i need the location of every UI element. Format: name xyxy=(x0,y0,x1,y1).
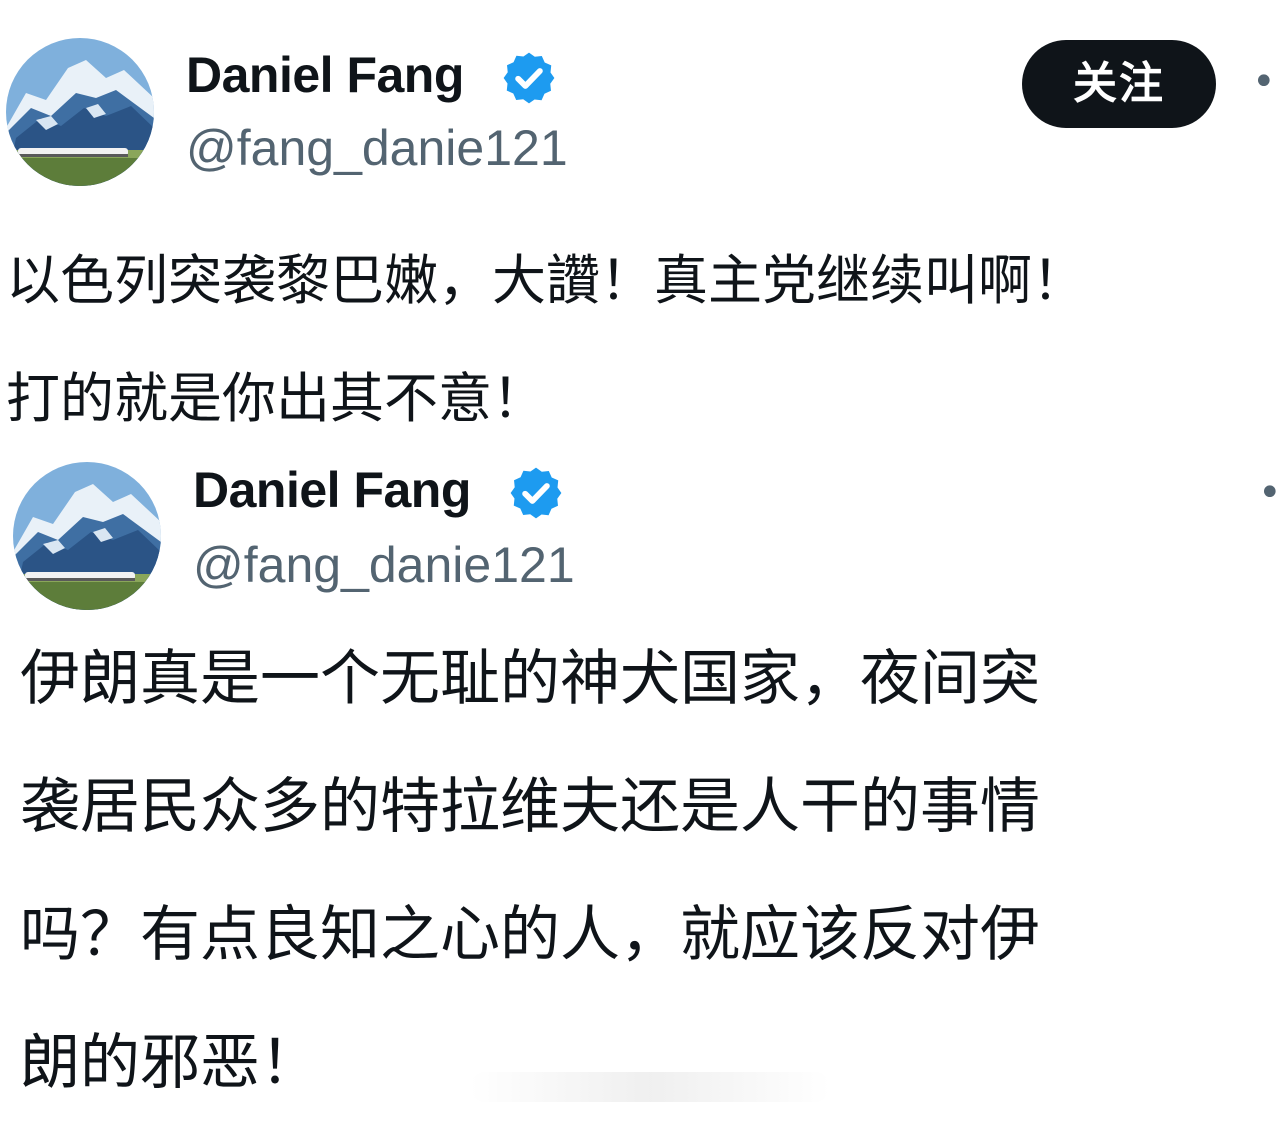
tweet: Daniel Fang @fang_danie121 关注 •• 以色列突袭黎巴… xyxy=(0,0,1280,440)
mountain-train-avatar-icon xyxy=(13,462,161,610)
author-avatar[interactable] xyxy=(6,38,154,186)
tweet-text-line: 朗的邪恶！ xyxy=(20,1028,320,1098)
tweet-text-line: 打的就是你出其不意！ xyxy=(6,367,546,430)
tweet-text-line: 袭居民众多的特拉维夫还是人干的事情 xyxy=(20,772,1040,842)
tweet-text-line: 伊朗真是一个无耻的神犬国家，夜间突 xyxy=(20,644,1040,714)
follow-button[interactable]: 关注 xyxy=(1022,40,1216,128)
tweet-text-line: 吗？有点良知之心的人，就应该反对伊 xyxy=(20,900,1040,970)
more-options-icon[interactable]: •• xyxy=(1252,62,1280,102)
tweet: Daniel Fang @fang_danie121 • 伊朗真是一个无耻的神犬… xyxy=(0,455,1280,1116)
author-name[interactable]: Daniel Fang xyxy=(186,45,464,105)
mountain-train-avatar-icon xyxy=(6,38,154,186)
tweet-text: 以色列突袭黎巴嫩，大讚！真主党继续叫啊！ 打的就是你出其不意！ xyxy=(6,222,1086,458)
author-handle[interactable]: @fang_danie121 xyxy=(186,118,568,178)
tweet-text-line: 以色列突袭黎巴嫩，大讚！真主党继续叫啊！ xyxy=(6,249,1086,312)
verified-badge-icon xyxy=(510,467,562,519)
author-handle[interactable]: @fang_danie121 xyxy=(193,535,575,595)
verified-badge-icon xyxy=(503,52,555,104)
watermark xyxy=(470,1072,830,1102)
author-name[interactable]: Daniel Fang xyxy=(193,460,471,520)
more-options-icon[interactable]: • xyxy=(1258,473,1280,513)
tweet-text: 伊朗真是一个无耻的神犬国家，夜间突 袭居民众多的特拉维夫还是人干的事情 吗？有点… xyxy=(20,615,1040,1127)
author-avatar[interactable] xyxy=(13,462,161,610)
